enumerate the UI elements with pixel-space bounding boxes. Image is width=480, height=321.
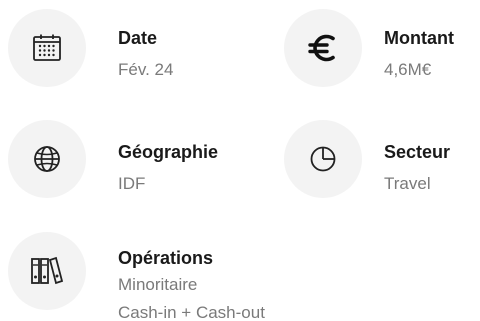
detail-label: Montant xyxy=(384,28,454,48)
detail-operations: Opérations Minoritaire Cash-in + Cash-ou… xyxy=(0,210,480,321)
detail-label: Date xyxy=(118,28,158,48)
detail-value: Travel xyxy=(384,174,431,193)
euro-icon-circle xyxy=(284,9,362,87)
detail-value: Minoritaire xyxy=(118,275,198,294)
detail-value: 4,6M€ xyxy=(384,60,432,79)
detail-value: IDF xyxy=(118,174,146,193)
calendar-icon-circle xyxy=(8,9,86,87)
globe-icon xyxy=(34,146,60,172)
pie-chart-icon-circle xyxy=(284,120,362,198)
deal-details-grid: Date Fév. 24 Montant 4,6M€ Géographie ID xyxy=(0,0,480,321)
binders-icon-circle xyxy=(8,232,86,310)
detail-geographie: Géographie IDF xyxy=(0,100,240,200)
pie-chart-icon xyxy=(310,146,336,172)
detail-secteur: Secteur Travel xyxy=(240,100,480,200)
binders-icon xyxy=(31,256,64,285)
detail-montant: Montant 4,6M€ xyxy=(240,0,480,100)
detail-date: Date Fév. 24 xyxy=(0,0,240,100)
detail-label: Géographie xyxy=(118,142,219,162)
globe-icon-circle xyxy=(8,120,86,198)
detail-label: Opérations xyxy=(118,248,214,268)
calendar-icon xyxy=(33,34,61,61)
detail-value: Fév. 24 xyxy=(118,60,174,79)
euro-icon xyxy=(308,34,335,62)
detail-label: Secteur xyxy=(384,142,451,162)
detail-value-secondary: Cash-in + Cash-out xyxy=(118,303,265,321)
